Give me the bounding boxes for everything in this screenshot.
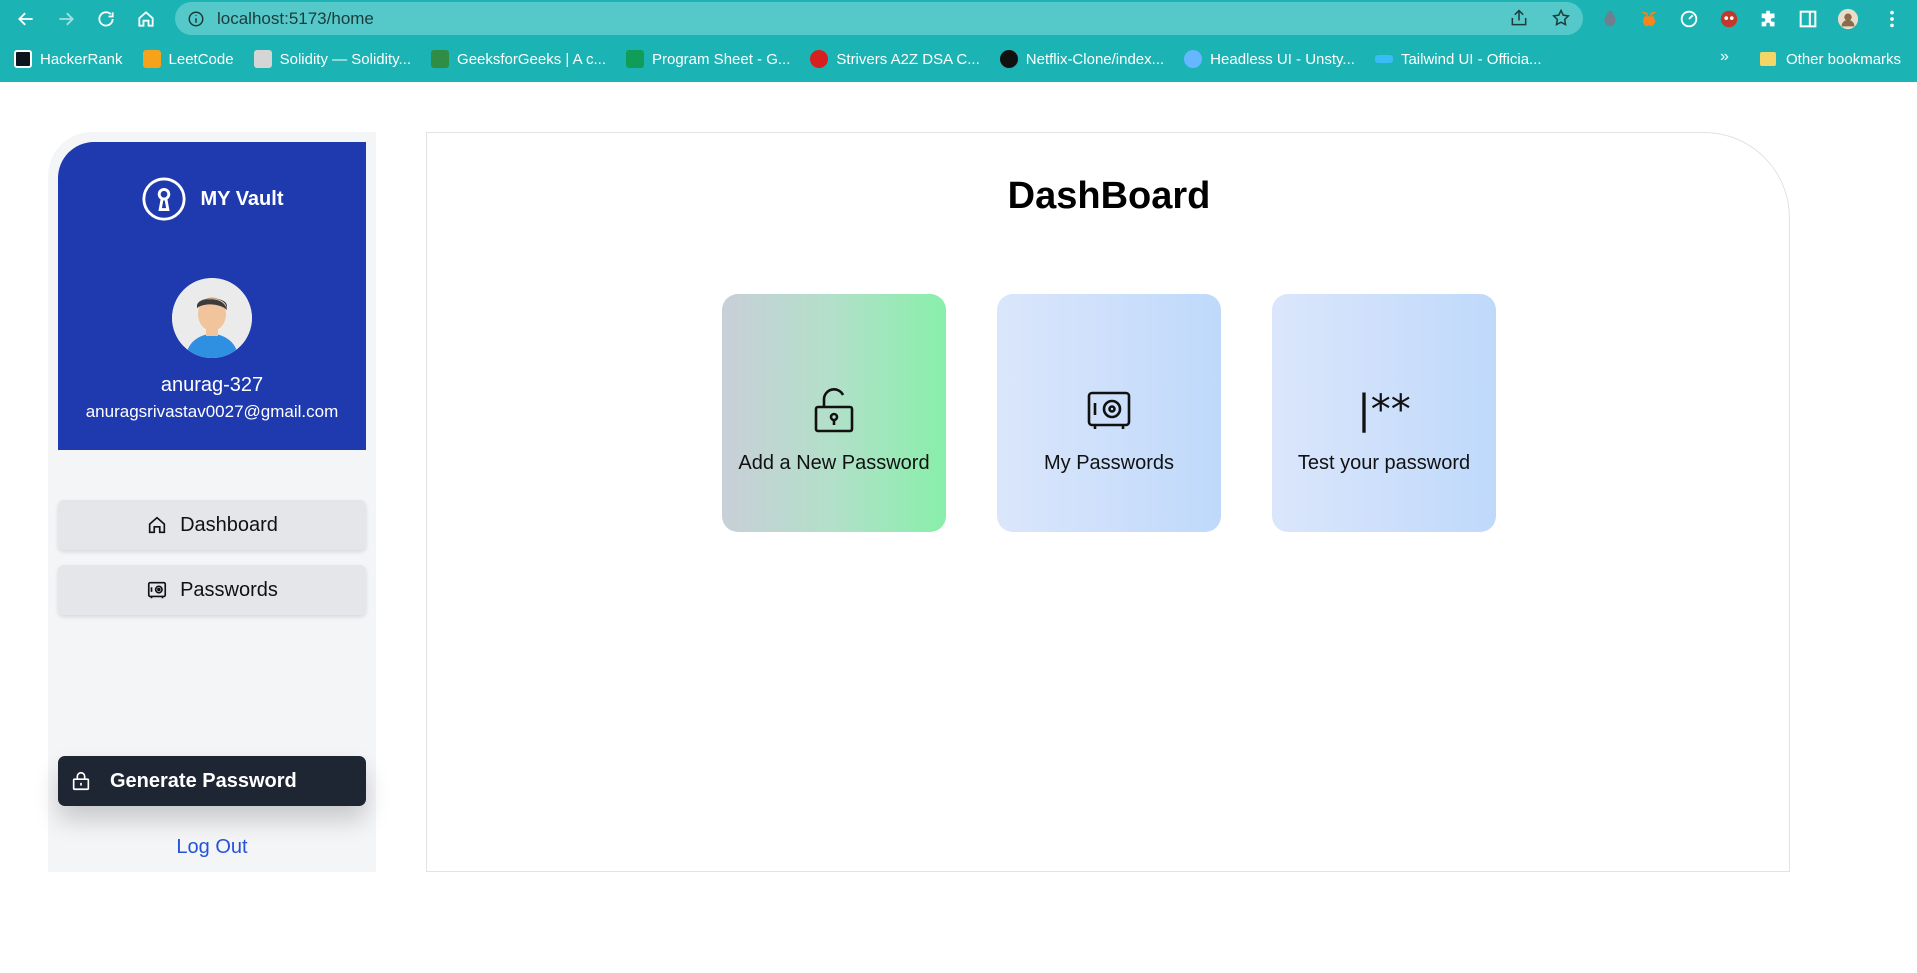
- bookmarks-bar: HackerRank LeetCode Solidity — Solidity.…: [0, 44, 1917, 74]
- profile-card: MY Vault anurag-327 anuragsrivastav0027@…: [58, 142, 366, 450]
- vault-icon: [148, 581, 167, 599]
- geeksforgeeks-icon: [431, 50, 450, 68]
- card-label: Test your password: [1297, 451, 1471, 474]
- brand-name: MY Vault: [200, 187, 284, 210]
- home-button[interactable]: [132, 6, 160, 32]
- lock-icon: [72, 771, 90, 791]
- generate-password-button[interactable]: Generate Password: [58, 756, 366, 806]
- unlock-icon: [814, 387, 854, 432]
- reload-button[interactable]: [92, 6, 120, 32]
- extension-bug-icon[interactable]: [1598, 7, 1622, 31]
- github-icon: [999, 50, 1018, 68]
- user-email: anuragsrivastav0027@gmail.com: [85, 402, 339, 421]
- vault-icon: [1087, 391, 1131, 429]
- back-button[interactable]: [12, 6, 40, 32]
- leetcode-icon: [142, 50, 161, 68]
- bookmark-item[interactable]: LeetCode: [142, 46, 234, 72]
- reload-icon: [98, 11, 114, 27]
- solidity-icon: [253, 50, 272, 68]
- sidebar: MY Vault anurag-327 anuragsrivastav0027@…: [48, 132, 376, 872]
- bookmark-item[interactable]: Strivers A2Z DSA C...: [810, 46, 980, 72]
- share-icon[interactable]: [1509, 8, 1529, 28]
- keyhole-icon: [141, 177, 186, 221]
- test-password-card[interactable]: |** Test your password: [1272, 294, 1496, 532]
- side-panel-icon[interactable]: [1796, 7, 1820, 31]
- hackerrank-icon: [14, 50, 32, 68]
- bookmark-item[interactable]: GeeksforGeeks | A c...: [431, 46, 606, 72]
- browser-menu-icon[interactable]: [1880, 7, 1904, 31]
- browser-chrome: localhost:5173/home HackerRank LeetCode …: [0, 0, 1917, 82]
- bookmark-item[interactable]: Solidity — Solidity...: [253, 46, 411, 72]
- speed-gauge-icon[interactable]: [1677, 7, 1701, 31]
- bookmark-item[interactable]: Netflix-Clone/index...: [999, 46, 1164, 72]
- tailwind-icon: [1374, 55, 1393, 63]
- my-passwords-card[interactable]: My Passwords: [997, 294, 1221, 532]
- main-panel: DashBoard Add a New Password My Password…: [426, 132, 1790, 872]
- forward-button[interactable]: [52, 6, 80, 32]
- browser-toolbar: localhost:5173/home: [0, 0, 1917, 38]
- url-text: localhost:5173/home: [217, 8, 374, 28]
- bookmark-item[interactable]: HackerRank: [14, 46, 123, 72]
- sidebar-item-passwords[interactable]: Passwords: [58, 565, 366, 615]
- avatar: [172, 278, 252, 358]
- profile-avatar-icon[interactable]: [1836, 7, 1860, 31]
- bookmark-item[interactable]: Tailwind UI - Officia...: [1374, 46, 1542, 72]
- folder-icon: [1760, 52, 1776, 66]
- sidebar-item-label: Passwords: [180, 578, 278, 601]
- other-bookmarks[interactable]: Other bookmarks: [1760, 44, 1901, 74]
- arrow-right-icon: [59, 12, 74, 26]
- card-label: My Passwords: [1043, 451, 1175, 474]
- address-bar[interactable]: localhost:5173/home: [175, 2, 1583, 35]
- sidebar-item-dashboard[interactable]: Dashboard: [58, 500, 366, 550]
- username: anurag-327: [160, 374, 264, 396]
- add-password-card[interactable]: Add a New Password: [722, 294, 946, 532]
- logout-link[interactable]: Log Out: [48, 836, 376, 859]
- arrow-left-icon: [18, 12, 33, 26]
- home-icon: [138, 11, 154, 27]
- bookmark-item[interactable]: Program Sheet - G...: [626, 46, 790, 72]
- card-label: Add a New Password: [738, 451, 930, 474]
- sidebar-item-label: Dashboard: [180, 513, 278, 536]
- tuf-icon: [810, 50, 829, 68]
- sheets-icon: [626, 50, 644, 68]
- home-icon: [148, 516, 166, 534]
- more-bookmarks-chevron[interactable]: »: [1720, 48, 1729, 66]
- metamask-icon[interactable]: [1637, 7, 1661, 31]
- headless-ui-icon: [1184, 50, 1203, 68]
- extensions-puzzle-icon[interactable]: [1757, 7, 1781, 31]
- bookmark-item[interactable]: Headless UI - Unsty...: [1184, 46, 1355, 72]
- brand[interactable]: MY Vault: [58, 176, 366, 222]
- star-icon[interactable]: [1551, 8, 1571, 28]
- site-info-icon[interactable]: [187, 10, 205, 28]
- page-title: DashBoard: [1007, 175, 1211, 217]
- password-cursor-icon: |**: [1357, 386, 1411, 433]
- red-panda-extension-icon[interactable]: [1717, 7, 1741, 31]
